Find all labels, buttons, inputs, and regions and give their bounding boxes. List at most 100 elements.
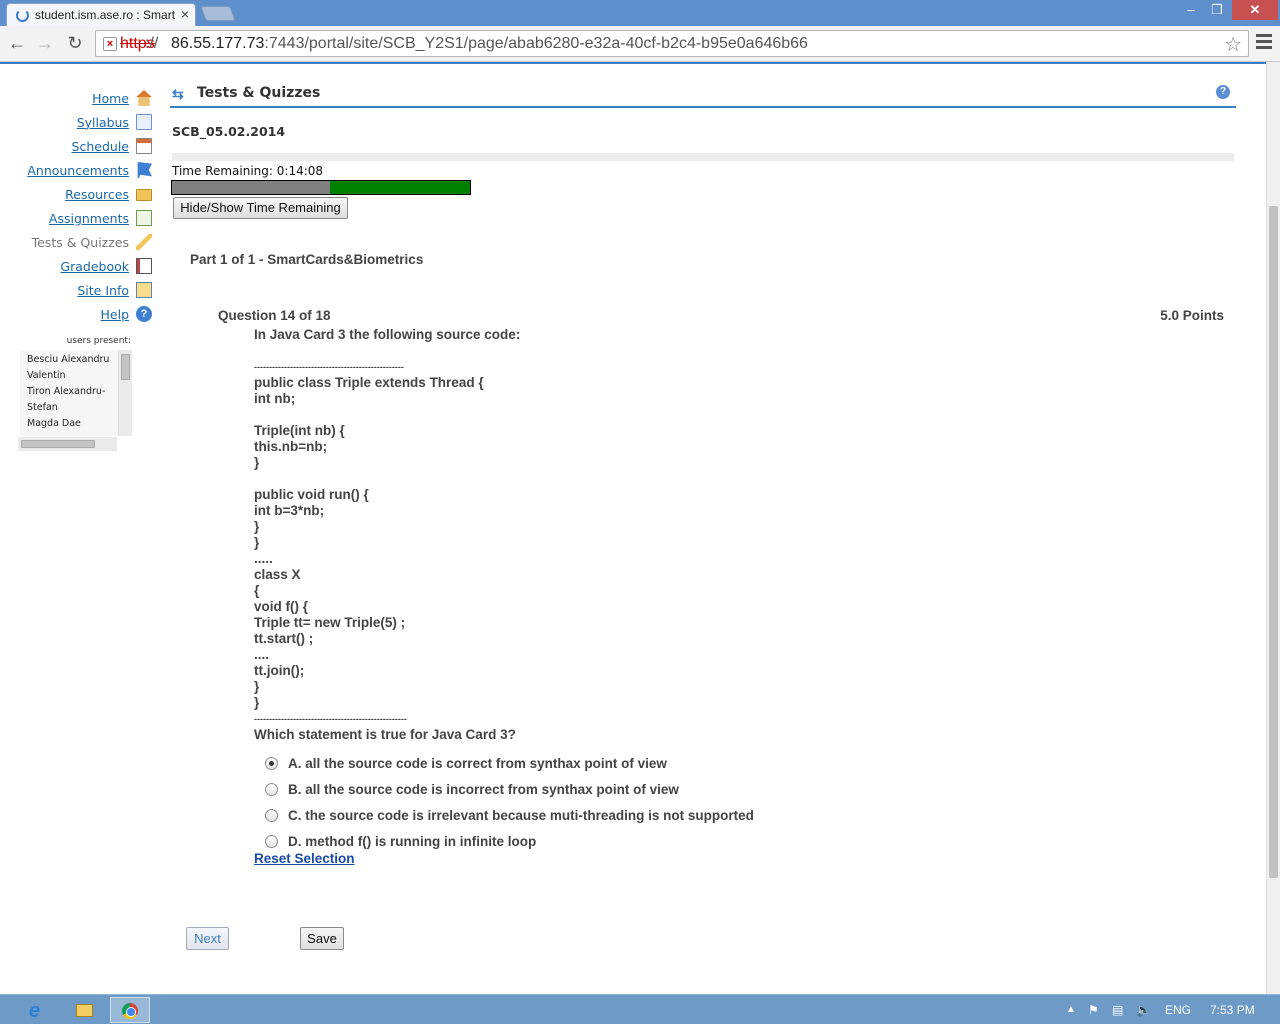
question-line: void f() {	[254, 599, 308, 614]
question-line	[254, 407, 854, 423]
question-line: class X	[254, 567, 301, 582]
presence-user: Tiron Alexandru-	[27, 386, 106, 397]
forward-arrow-icon[interactable]: →	[34, 32, 56, 54]
question-line: }	[254, 535, 260, 550]
question-line: }	[254, 679, 260, 694]
new-tab-button[interactable]	[200, 6, 236, 21]
answer-radio[interactable]	[265, 834, 278, 848]
chrome-menu-icon[interactable]	[1256, 34, 1272, 52]
question-line: }	[254, 695, 260, 710]
answer-label[interactable]: A. all the source code is correct from s…	[288, 756, 667, 771]
chrome-taskbar-button[interactable]	[110, 997, 150, 1023]
answer-label[interactable]: B. all the source code is incorrect from…	[288, 782, 679, 797]
tool-item-syllabus[interactable]: Syllabus	[77, 110, 152, 134]
action-center-flag-icon[interactable]: ⚑	[1088, 995, 1099, 1024]
title-bar: student.ism.ase.ro : Smart × – ❐ ✕	[0, 0, 1280, 26]
presence-vertical-scrollbar[interactable]	[118, 350, 132, 436]
tool-label[interactable]: Site Info	[77, 283, 129, 298]
question-line: }	[254, 519, 260, 534]
answer-choice[interactable]: C. the source code is irrelevant because…	[262, 802, 754, 828]
site-favicon-icon	[16, 9, 29, 22]
tool-item-announcements[interactable]: Announcements	[27, 158, 152, 182]
calendar-icon	[136, 138, 152, 154]
internet-explorer-taskbar-button[interactable]: e	[18, 997, 58, 1023]
internet-explorer-icon: e	[29, 1000, 41, 1022]
question-line: Triple(int nb) {	[254, 423, 345, 438]
window-close-button[interactable]: ✕	[1232, 0, 1278, 20]
tool-label[interactable]: Announcements	[27, 163, 129, 178]
question-points: 5.0 Points	[1160, 308, 1224, 323]
network-icon[interactable]: ▤	[1112, 995, 1123, 1024]
tool-item-schedule[interactable]: Schedule	[72, 134, 152, 158]
show-hidden-icons-icon[interactable]: ▲	[1066, 995, 1076, 1024]
tool-label[interactable]: Home	[92, 91, 129, 106]
page-scrollbar[interactable]	[1266, 62, 1280, 994]
folder-icon	[136, 189, 152, 201]
tool-item-home[interactable]: Home	[92, 86, 152, 110]
time-elapsed-fill	[172, 181, 330, 194]
reset-tool-icon[interactable]: ⇆	[172, 86, 184, 103]
clock[interactable]: 7:53 PM	[1210, 995, 1255, 1024]
back-arrow-icon[interactable]: ←	[6, 32, 28, 54]
help-icon: ?	[136, 306, 152, 322]
syllabus-icon	[136, 114, 152, 130]
tool-label[interactable]: Resources	[65, 187, 129, 202]
answer-label[interactable]: C. the source code is irrelevant because…	[288, 808, 754, 823]
url-host: 86.55.177.73	[171, 35, 265, 52]
input-language[interactable]: ENG	[1165, 995, 1191, 1024]
flag-icon	[137, 162, 152, 178]
hide-show-time-button[interactable]: Hide/Show Time Remaining	[173, 197, 348, 219]
tool-item-help[interactable]: Help ?	[101, 302, 152, 326]
next-button[interactable]: Next	[186, 927, 229, 950]
reload-icon[interactable]: ↻	[64, 32, 86, 54]
tool-item-gradebook[interactable]: Gradebook	[60, 254, 152, 278]
question-line: ----------------------------------------…	[254, 362, 404, 372]
question-line: public void run() {	[254, 487, 369, 502]
home-icon	[136, 90, 152, 106]
tool-item-site-info[interactable]: Site Info	[77, 278, 152, 302]
presence-horizontal-scrollbar[interactable]	[18, 437, 117, 451]
presence-user: Magda Dae	[27, 418, 81, 429]
presence-user: Stefan	[27, 402, 58, 413]
tool-label[interactable]: Gradebook	[60, 259, 129, 274]
portlet-title: Tests & Quizzes	[197, 85, 321, 101]
help-icon[interactable]: ?	[1216, 85, 1230, 99]
answer-radio[interactable]	[265, 756, 278, 770]
volume-icon[interactable]: 🔈	[1136, 995, 1151, 1024]
answer-choice[interactable]: B. all the source code is incorrect from…	[262, 776, 754, 802]
tool-item-assignments[interactable]: Assignments	[49, 206, 152, 230]
address-bar[interactable]: × https ://86.55.177.73:7443/portal/site…	[95, 30, 1249, 57]
bookmark-star-icon[interactable]: ☆	[1224, 32, 1242, 57]
presence-horizontal-scrollbar-thumb[interactable]	[21, 440, 95, 448]
presence-vertical-scrollbar-thumb[interactable]	[121, 354, 130, 380]
tool-item-resources[interactable]: Resources	[65, 182, 152, 206]
question-line: .....	[254, 551, 273, 566]
question-line: {	[254, 583, 260, 598]
book-icon	[136, 258, 152, 274]
answer-label[interactable]: D. method f() is running in infinite loo…	[288, 834, 536, 849]
tab-close-icon[interactable]: ×	[181, 6, 189, 22]
tool-label[interactable]: Schedule	[72, 139, 129, 154]
answer-choices: A. all the source code is correct from s…	[262, 750, 754, 854]
file-explorer-taskbar-button[interactable]	[64, 997, 104, 1023]
tool-label[interactable]: Help	[101, 307, 130, 322]
portlet-title-bar: ⇆ Tests & Quizzes ?	[170, 80, 1236, 108]
presence-title: users present:	[66, 336, 131, 346]
answer-choice[interactable]: A. all the source code is correct from s…	[262, 750, 754, 776]
question-line: tt.join();	[254, 663, 305, 678]
tool-label[interactable]: Assignments	[49, 211, 129, 226]
tool-label-current: Tests & Quizzes	[31, 234, 129, 250]
broken-lock-icon[interactable]: ×	[103, 37, 117, 51]
question-line: ----------------------------------------…	[254, 714, 407, 724]
presence-user: Besciu Alexandru	[27, 354, 110, 365]
divider	[172, 153, 1234, 161]
page-scrollbar-thumb[interactable]	[1269, 206, 1278, 878]
maximize-button[interactable]: ❐	[1206, 0, 1228, 20]
browser-tab[interactable]: student.ism.ase.ro : Smart ×	[6, 3, 196, 26]
tool-label[interactable]: Syllabus	[77, 115, 129, 130]
reset-selection-link[interactable]: Reset Selection	[254, 851, 355, 866]
minimize-button[interactable]: –	[1180, 0, 1202, 20]
save-button[interactable]: Save	[300, 927, 344, 950]
answer-radio[interactable]	[265, 808, 278, 822]
answer-radio[interactable]	[265, 782, 278, 796]
